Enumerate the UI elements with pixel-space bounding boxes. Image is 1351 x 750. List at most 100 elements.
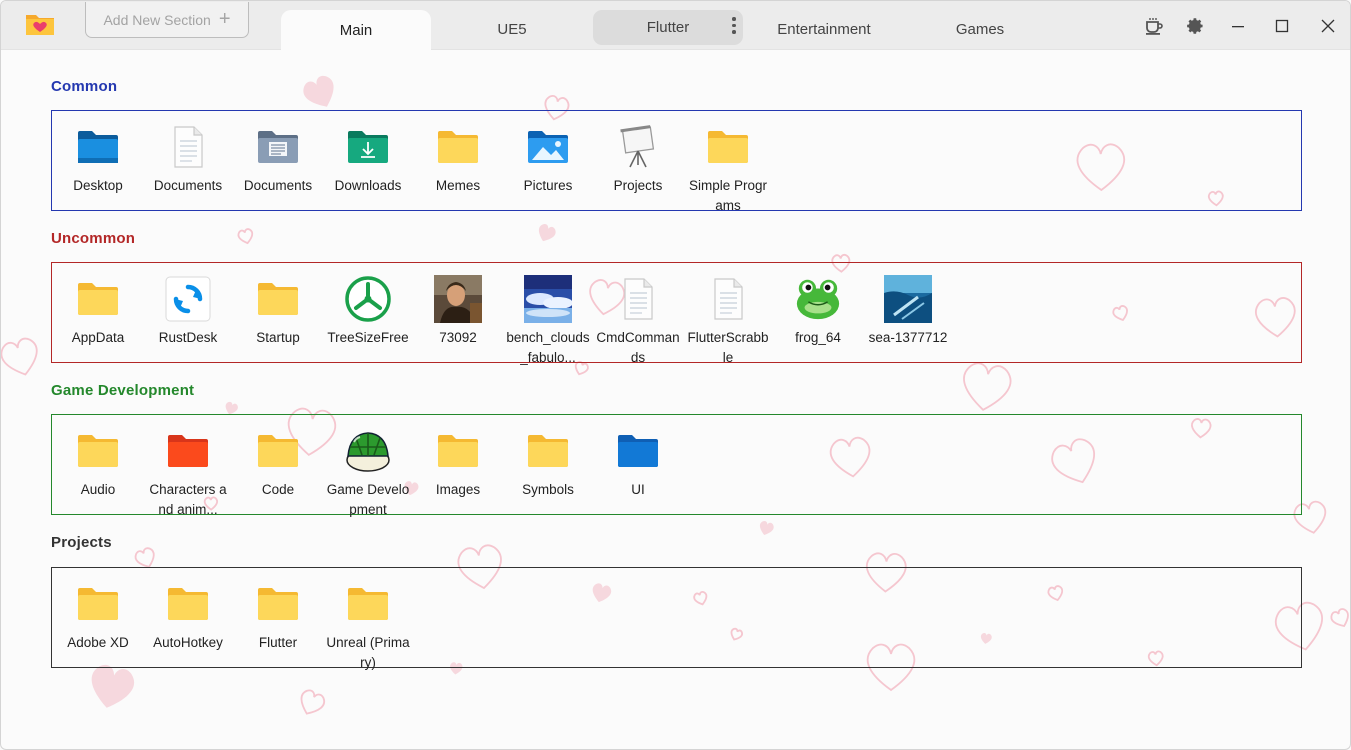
section-title-common: Common (51, 78, 118, 95)
shortcut-label: CmdCommands (596, 330, 680, 365)
shortcut-label: Adobe XD (67, 635, 129, 650)
shortcut-item[interactable]: Projects (596, 123, 680, 196)
document-icon (164, 123, 212, 171)
shortcut-label: AutoHotkey (153, 635, 223, 650)
shortcut-item[interactable]: Downloads (326, 123, 410, 196)
add-new-section-label: Add New Section (103, 11, 211, 28)
shortcut-item[interactable]: frog_64 (776, 275, 860, 348)
folder-icon (164, 580, 212, 628)
close-icon[interactable] (1316, 14, 1340, 38)
shortcut-label: sea-1377712 (868, 330, 948, 345)
red-folder-icon (164, 427, 212, 475)
folder-icon (434, 123, 482, 171)
section-title-projects: Projects (51, 534, 112, 551)
shortcut-item[interactable]: Characters and anim... (146, 427, 230, 520)
tab-entertainment[interactable]: Entertainment (749, 10, 899, 48)
title-bar: Add New Section + Main UE5 Flutter Enter… (1, 1, 1350, 50)
folder-icon (74, 427, 122, 475)
shortcut-label: frog_64 (795, 330, 841, 345)
tab-ue5[interactable]: UE5 (437, 10, 587, 48)
shortcut-label: Simple Programs (688, 178, 768, 213)
heart-decoration (963, 362, 1012, 411)
tab-flutter[interactable]: Flutter (593, 10, 743, 45)
shortcut-item[interactable]: CmdCommands (596, 275, 680, 368)
app-logo-icon (26, 15, 54, 35)
blue-folder-icon (614, 427, 662, 475)
shortcut-item[interactable]: Pictures (506, 123, 590, 196)
clouds-thumbnail-icon (524, 275, 572, 323)
tab-options-icon[interactable] (732, 17, 736, 37)
section-common: Desktop Documents Documents Downloads Memes P… (51, 110, 1302, 213)
shortcut-item[interactable]: Startup (236, 275, 320, 348)
heart-decoration (91, 664, 135, 708)
plus-icon: + (218, 7, 231, 30)
shortcut-item[interactable]: FlutterScrabble (686, 275, 770, 368)
heart-decoration (759, 521, 774, 536)
shortcut-item[interactable]: Game Development (326, 427, 410, 520)
frog-icon (794, 275, 842, 323)
shortcut-label: Projects (613, 178, 663, 193)
heart-decoration (303, 75, 334, 107)
shortcut-item[interactable]: 73092 (416, 275, 500, 348)
shortcut-item[interactable]: Desktop (56, 123, 140, 196)
tab-main[interactable]: Main (281, 10, 431, 50)
shortcut-item[interactable]: Unreal (Primary) (326, 580, 410, 673)
shortcut-item[interactable]: RustDesk (146, 275, 230, 348)
photo-thumbnail-icon (434, 275, 482, 323)
shortcut-label: Desktop (73, 178, 123, 193)
section-projects: Adobe XD AutoHotkey Flutter Unreal (Primary… (51, 567, 1302, 670)
shortcut-label: Documents (243, 178, 313, 193)
tab-ue5-label: UE5 (497, 20, 527, 38)
rustdesk-icon (164, 275, 212, 323)
treesize-icon (344, 275, 392, 323)
tab-games[interactable]: Games (905, 10, 1055, 48)
shortcut-item[interactable]: Symbols (506, 427, 590, 500)
shortcut-item[interactable]: Audio (56, 427, 140, 500)
shortcut-item[interactable]: AutoHotkey (146, 580, 230, 653)
maximize-icon[interactable] (1270, 14, 1294, 38)
shortcut-item[interactable]: Adobe XD (56, 580, 140, 653)
shortcut-label: Characters and anim... (149, 482, 227, 517)
heart-decoration (300, 689, 326, 715)
coffee-icon[interactable] (1142, 14, 1166, 38)
tab-games-label: Games (955, 20, 1005, 38)
shortcut-item[interactable]: Memes (416, 123, 500, 196)
shortcut-item[interactable]: sea-1377712 (866, 275, 950, 348)
shortcut-label: Images (435, 482, 481, 497)
app-window: Add New Section + Main UE5 Flutter Enter… (0, 0, 1351, 750)
shortcut-item[interactable]: Documents (146, 123, 230, 196)
folder-icon (254, 427, 302, 475)
folder-icon (254, 275, 302, 323)
section-game-development: Audio Characters and anim... Code Game Deve… (51, 414, 1302, 517)
downloads-folder-icon (344, 123, 392, 171)
folder-icon (74, 580, 122, 628)
shortcut-label: Symbols (522, 482, 574, 497)
folder-icon (254, 580, 302, 628)
shortcut-label: Pictures (523, 178, 573, 193)
shortcut-item[interactable]: AppData (56, 275, 140, 348)
shortcut-label: Game Development (326, 482, 410, 517)
shortcut-label: TreeSizeFree (327, 330, 409, 345)
shortcut-label: Downloads (334, 178, 402, 193)
shortcut-label: Startup (256, 330, 300, 345)
shortcut-item[interactable]: TreeSizeFree (326, 275, 410, 348)
shortcut-label: UI (631, 482, 645, 497)
shortcut-item[interactable]: Images (416, 427, 500, 500)
projector-icon (614, 123, 662, 171)
add-new-section-button[interactable]: Add New Section + (85, 2, 249, 38)
tab-flutter-label: Flutter (646, 19, 690, 36)
green-shell-icon (344, 427, 392, 475)
shortcut-item[interactable]: Code (236, 427, 320, 500)
heart-decoration (1330, 608, 1349, 628)
shortcut-item[interactable]: bench_clouds_fabulo... (506, 275, 590, 368)
shortcut-item[interactable]: UI (596, 427, 680, 500)
shortcut-label: Documents (153, 178, 223, 193)
shortcut-item[interactable]: Documents (236, 123, 320, 196)
folder-icon (704, 123, 752, 171)
section-title-uncommon: Uncommon (51, 230, 136, 247)
shortcut-item[interactable]: Flutter (236, 580, 320, 653)
minimize-icon[interactable] (1226, 14, 1250, 38)
settings-gear-icon[interactable] (1182, 14, 1206, 38)
documents-folder-icon (254, 123, 302, 171)
shortcut-item[interactable]: Simple Programs (686, 123, 770, 216)
